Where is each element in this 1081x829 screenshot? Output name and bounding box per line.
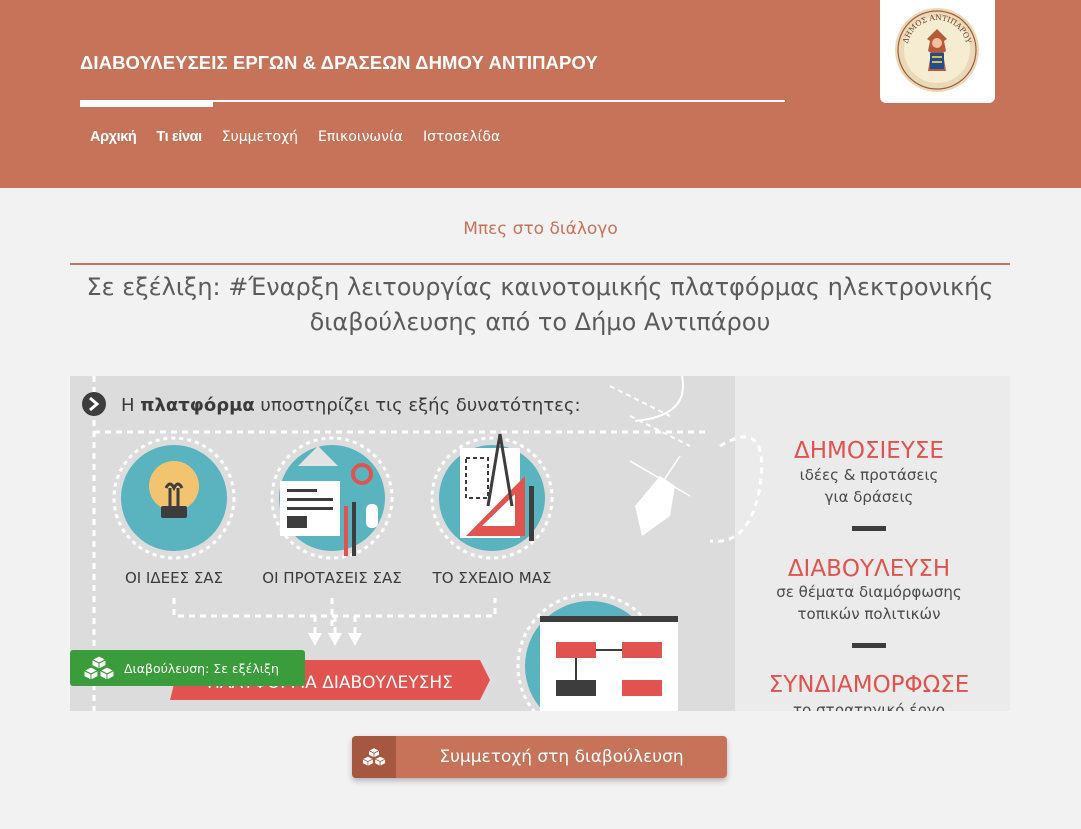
- svg-text:τοπικών πολιτικών: τοπικών πολιτικών: [798, 605, 941, 623]
- consultation-title: Σε εξέλιξη: #Έναρξη λειτουργίας καινοτομ…: [86, 273, 994, 336]
- nav-about[interactable]: Τι είναι: [146, 127, 211, 147]
- svg-text:το στρατηγικό έργο: το στρατηγικό έργο: [793, 701, 945, 711]
- municipality-logo[interactable]: ΔΗΜΟΣ ΑΝΤΙΠΑΡΟΥ: [880, 0, 995, 103]
- svg-text:για δράσεις: για δράσεις: [825, 488, 914, 506]
- svg-text:ΔΗΜΟΣΙΕΥΣΕ: ΔΗΜΟΣΙΕΥΣΕ: [794, 438, 944, 464]
- svg-text:ΟΙ ΠΡΟΤΑΣΕΙΣ ΣΑΣ: ΟΙ ΠΡΟΤΑΣΕΙΣ ΣΑΣ: [262, 569, 401, 587]
- nav-contact[interactable]: Επικοινωνία: [308, 127, 413, 147]
- active-indicator: [80, 101, 213, 107]
- svg-text:ΤΟ ΣΧΕΔΙΟ ΜΑΣ: ΤΟ ΣΧΕΔΙΟ ΜΑΣ: [432, 569, 552, 587]
- svg-text:σε θέματα διαμόρφωσης: σε θέματα διαμόρφωσης: [776, 583, 961, 601]
- status-badge-label: Διαβούλευση: Σε εξέλιξη: [124, 660, 279, 676]
- nav-participation[interactable]: Συμμετοχή: [212, 127, 308, 147]
- enter-dialog-link[interactable]: Μπες στο διάλογο: [0, 219, 1081, 239]
- status-badge: Διαβούλευση: Σε εξέλιξη: [70, 650, 305, 686]
- participate-button[interactable]: Συμμετοχή στη διαβούλευση: [352, 736, 727, 778]
- main-nav: Αρχική Τι είναι Συμμετοχή Επικοινωνία Ισ…: [80, 127, 510, 147]
- nav-website[interactable]: Ιστοσελίδα: [413, 127, 510, 147]
- content-divider: [70, 263, 1010, 265]
- arrow-circle-icon: [82, 392, 106, 416]
- svg-text:ΟΙ ΙΔΕΕΣ ΣΑΣ: ΟΙ ΙΔΕΕΣ ΣΑΣ: [125, 569, 223, 587]
- site-title[interactable]: ΔΙΑΒΟΥΛΕΥΣΕΙΣ ΕΡΓΩΝ & ΔΡΑΣΕΩΝ ΔΗΜΟΥ ΑΝΤΙ…: [80, 52, 598, 74]
- svg-text:ΔΙΑΒΟΥΛΕΥΣΗ: ΔΙΑΒΟΥΛΕΥΣΗ: [788, 556, 950, 582]
- site-header: ΔΙΑΒΟΥΛΕΥΣΕΙΣ ΕΡΓΩΝ & ΔΡΑΣΕΩΝ ΔΗΜΟΥ ΑΝΤΙ…: [0, 0, 1081, 188]
- cubes-icon: [82, 655, 116, 681]
- participate-button-label: Συμμετοχή στη διαβούλευση: [439, 747, 684, 767]
- svg-text:Η πλατφόρμα υποστηρίζει τις εξ: Η πλατφόρμα υποστηρίζει τις εξής δυνατότ…: [121, 395, 581, 416]
- nav-home[interactable]: Αρχική: [80, 127, 146, 147]
- logo-emblem-icon: ΔΗΜΟΣ ΑΝΤΙΠΑΡΟΥ: [895, 8, 979, 92]
- cubes-icon: [352, 736, 396, 778]
- svg-text:ΣΥΝΔΙΑΜΟΡΦΩΣΕ: ΣΥΝΔΙΑΜΟΡΦΩΣΕ: [769, 672, 970, 698]
- svg-text:ιδέες & προτάσεις: ιδέες & προτάσεις: [800, 466, 939, 484]
